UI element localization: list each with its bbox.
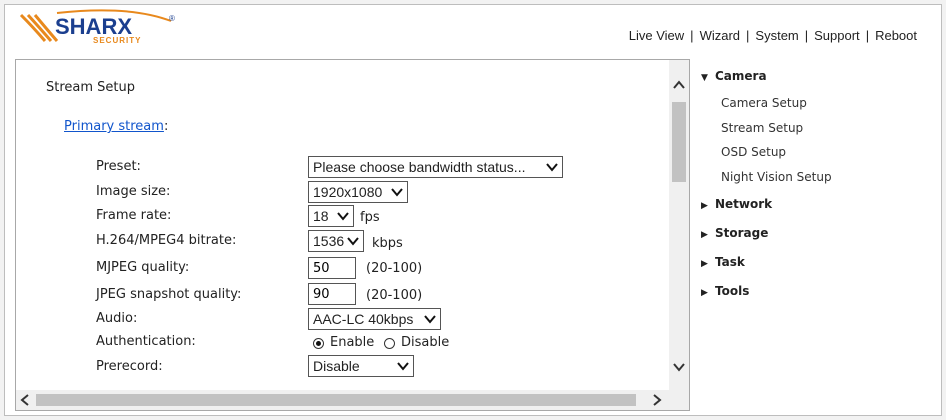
scroll-left-icon[interactable] (20, 394, 30, 406)
scroll-down-icon[interactable] (673, 362, 685, 372)
nav-separator: | (690, 28, 694, 43)
logo-swoosh-icon: SHARX SECURITY ® (19, 9, 175, 45)
triangle-right-icon: ▶ (701, 288, 708, 298)
top-nav: Live View | Wizard | System | Support | Reboot (629, 28, 917, 43)
preset-value: Please choose bandwidth status... (313, 159, 526, 175)
scroll-up-icon[interactable] (673, 80, 685, 90)
sidebar-item-camera-setup[interactable]: Camera Setup (721, 96, 807, 110)
chevron-down-icon (546, 163, 558, 172)
nav-reboot[interactable]: Reboot (875, 28, 917, 43)
mjpeg-quality-range: (20-100) (366, 261, 423, 276)
chevron-down-icon (424, 315, 436, 324)
chevron-down-icon (337, 212, 349, 221)
nav-separator: | (865, 28, 870, 43)
primary-stream-link[interactable]: Primary stream (64, 119, 164, 134)
scroll-right-icon[interactable] (652, 394, 662, 406)
sidebar-category-tools[interactable]: ▶ Tools (701, 284, 749, 298)
sidebar-category-label: Network (715, 197, 773, 211)
frame-rate-value: 18 (313, 208, 329, 224)
sidebar-item-stream-setup[interactable]: Stream Setup (721, 121, 803, 135)
prerecord-value: Disable (313, 358, 360, 374)
sidebar-category-camera[interactable]: ▼ Camera (701, 69, 767, 83)
audio-label: Audio: (96, 311, 138, 326)
scrollbar-corner (669, 390, 689, 410)
header: SHARX SECURITY ® Live View | Wizard | System… (5, 5, 941, 49)
chevron-down-icon (391, 188, 403, 197)
jpeg-quality-label: JPEG snapshot quality: (96, 287, 242, 302)
page-title: Stream Setup (46, 80, 136, 95)
bitrate-unit: kbps (372, 236, 403, 251)
sidebar-category-label: Camera (715, 69, 767, 83)
image-size-label: Image size: (96, 184, 171, 199)
preset-label: Preset: (96, 159, 141, 174)
frame-rate-label: Frame rate: (96, 208, 172, 223)
triangle-right-icon: ▶ (701, 201, 708, 211)
mjpeg-quality-label: MJPEG quality: (96, 260, 190, 275)
bitrate-select[interactable]: 1536 (308, 230, 364, 252)
triangle-down-icon: ▼ (701, 73, 708, 83)
sidebar-category-label: Storage (715, 226, 769, 240)
chevron-down-icon (397, 362, 409, 371)
mjpeg-quality-input[interactable] (308, 257, 356, 279)
horizontal-scrollbar[interactable] (16, 390, 671, 410)
image-size-select[interactable]: 1920x1080 (308, 181, 408, 203)
sidebar-category-storage[interactable]: ▶ Storage (701, 226, 768, 240)
auth-enable-radio[interactable] (313, 338, 324, 349)
primary-stream-colon: : (163, 119, 169, 134)
sidebar-category-network[interactable]: ▶ Network (701, 197, 772, 211)
prerecord-label: Prerecord: (96, 359, 163, 374)
stream-setup-form: Stream Setup Primary stream: Preset: Ple… (16, 60, 671, 392)
triangle-right-icon: ▶ (701, 230, 708, 240)
prerecord-select[interactable]: Disable (308, 355, 414, 377)
sidebar-item-osd-setup[interactable]: OSD Setup (721, 145, 786, 159)
bitrate-value: 1536 (313, 233, 345, 249)
sidebar-category-label: Tools (715, 284, 750, 298)
sharx-logo: SHARX SECURITY ® (19, 9, 199, 45)
jpeg-quality-input[interactable] (308, 283, 356, 305)
jpeg-quality-range: (20-100) (366, 288, 423, 303)
nav-live-view[interactable]: Live View (629, 28, 684, 43)
nav-wizard[interactable]: Wizard (700, 28, 740, 43)
preset-select[interactable]: Please choose bandwidth status... (308, 156, 563, 178)
auth-enable-label: Enable (330, 335, 375, 350)
nav-support[interactable]: Support (814, 28, 860, 43)
primary-stream-heading: Primary stream: (64, 119, 168, 134)
logo-reg-mark: ® (169, 14, 175, 23)
vertical-scrollbar[interactable] (669, 60, 689, 392)
image-size-value: 1920x1080 (313, 184, 383, 200)
sidebar-category-label: Task (715, 255, 745, 269)
auth-disable-label: Disable (401, 335, 450, 350)
logo-sub-text: SECURITY (93, 36, 141, 45)
frame-rate-unit: fps (360, 210, 380, 225)
nav-separator: | (746, 28, 750, 43)
nav-separator: | (804, 28, 809, 43)
triangle-right-icon: ▶ (701, 259, 708, 269)
vertical-scroll-thumb[interactable] (672, 102, 686, 182)
frame-rate-select[interactable]: 18 (308, 205, 354, 227)
app-window: SHARX SECURITY ® Live View | Wizard | System… (4, 4, 942, 416)
audio-value: AAC-LC 40kbps (313, 311, 414, 327)
stream-setup-panel: Stream Setup Primary stream: Preset: Ple… (15, 59, 690, 411)
horizontal-scroll-thumb[interactable] (36, 394, 636, 406)
bitrate-label: H.264/MPEG4 bitrate: (96, 233, 237, 248)
sidebar: ▼ Camera Camera Setup Stream Setup OSD Se… (701, 59, 931, 359)
authentication-label: Authentication: (96, 334, 196, 349)
chevron-down-icon (347, 237, 359, 246)
sidebar-category-task[interactable]: ▶ Task (701, 255, 745, 269)
auth-disable-radio[interactable] (384, 338, 395, 349)
sidebar-item-night-vision-setup[interactable]: Night Vision Setup (721, 170, 832, 184)
audio-select[interactable]: AAC-LC 40kbps (308, 308, 441, 330)
nav-system[interactable]: System (755, 28, 798, 43)
